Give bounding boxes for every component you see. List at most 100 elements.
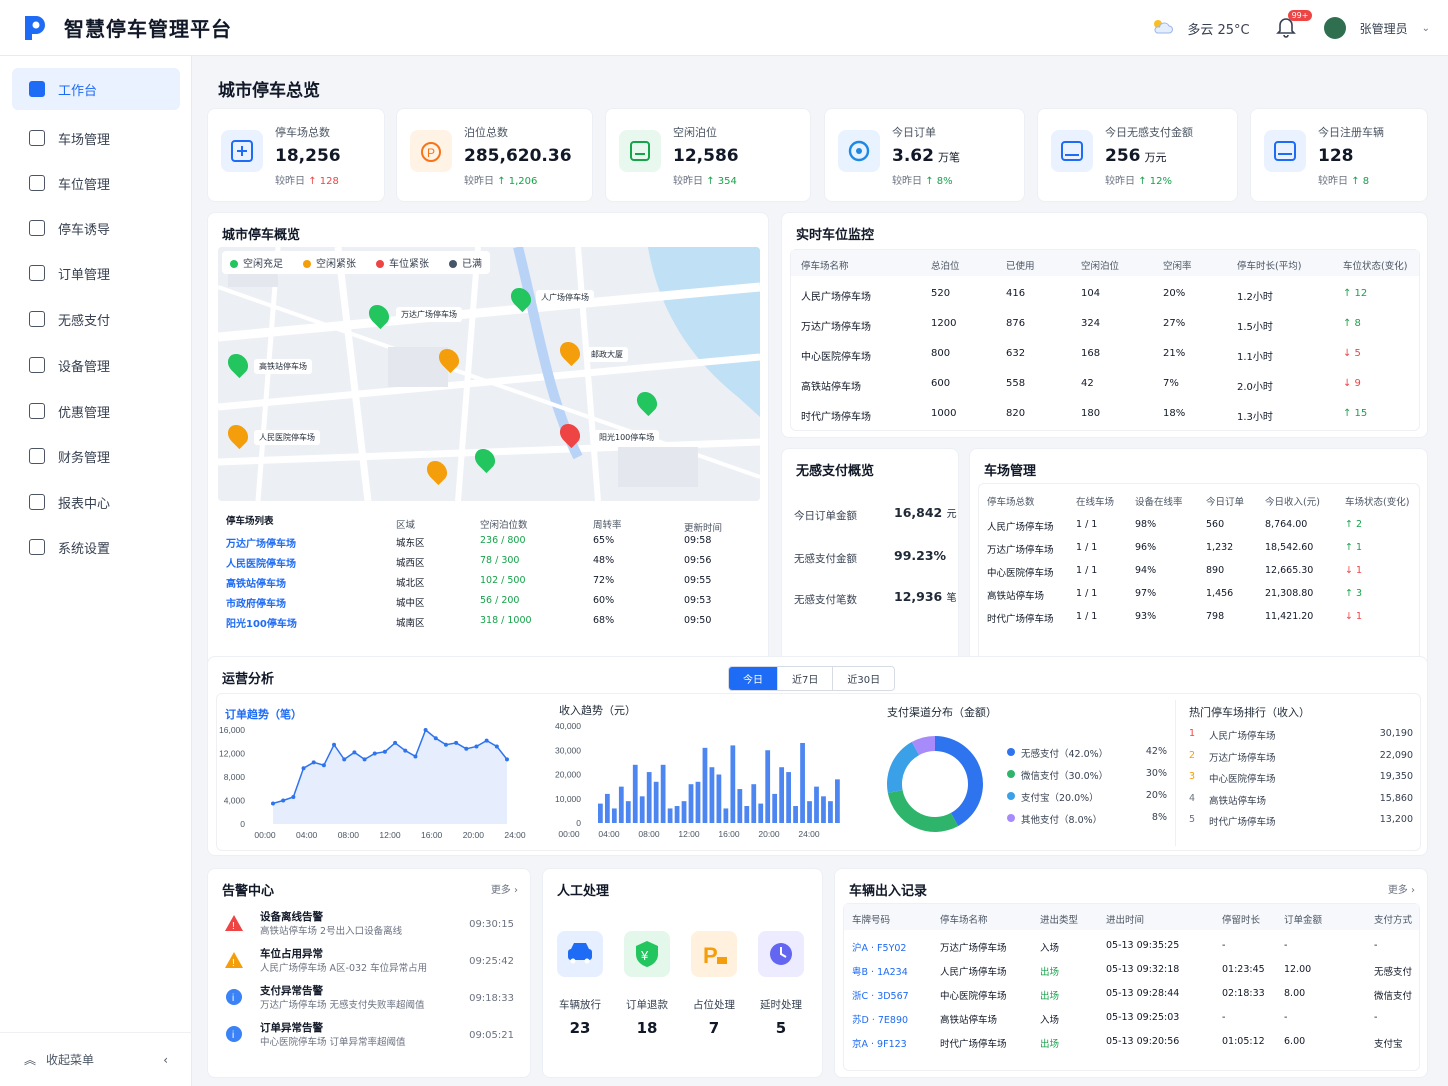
- table-cell: 12.00: [1284, 964, 1312, 975]
- lot-name-link[interactable]: 市政府停车场: [226, 595, 286, 610]
- sidebar-item-guidance[interactable]: 停车诱导: [12, 207, 180, 249]
- avatar[interactable]: [1323, 17, 1346, 39]
- notification-button[interactable]: 99+: [1275, 10, 1313, 40]
- table-cell: 93%: [1135, 611, 1157, 622]
- lot-name-link[interactable]: 人民医院停车场: [226, 555, 296, 570]
- alarm-title[interactable]: 车位占用异常: [260, 946, 323, 961]
- lot-name-link[interactable]: 高铁站停车场: [226, 575, 286, 590]
- alarm-title[interactable]: 支付异常告警: [260, 983, 323, 998]
- gear-icon: [29, 539, 45, 555]
- clipboard-icon: [29, 265, 45, 281]
- payment-legend: 无感支付（42.0%） 42% 微信支付（30.0%） 30% 支付宝（20.0%） 20…: [1007, 746, 1167, 836]
- sidebar-item-space-management[interactable]: 车位管理: [12, 162, 180, 204]
- collapse-menu-button[interactable]: ︽ 收起菜单 ‹: [0, 1032, 192, 1086]
- clock-icon[interactable]: [758, 931, 804, 977]
- legend-swatch: [1007, 792, 1015, 800]
- chevron-left-icon[interactable]: ‹: [163, 1053, 168, 1067]
- bar: [646, 772, 652, 823]
- map-label: 邮政大厦: [586, 347, 628, 362]
- sidebar-item-coupons[interactable]: 优惠管理: [12, 390, 180, 432]
- x-tick-label: 04:00: [598, 829, 620, 839]
- revenue-trend-title: 收入趋势（元）: [559, 704, 636, 717]
- rank-value: 19,350: [1379, 771, 1413, 782]
- kpi-card-contactless-amount[interactable]: 今日无感支付金额 256 万元 较昨日 ↑ 12%: [1037, 108, 1238, 202]
- column-header: 空闲泊位: [1081, 261, 1120, 272]
- user-name[interactable]: 张管理员: [1360, 20, 1408, 37]
- lot-name-link[interactable]: 阳光100停车场: [226, 615, 297, 630]
- pie-slice: [887, 790, 959, 832]
- car-release-icon[interactable]: [557, 931, 603, 977]
- order-trend-chart: 16,000 12,000 8,000 4,000 0 00:00 04:00 08:00 12…: [219, 725, 526, 840]
- legend-percent: 20%: [1145, 790, 1167, 801]
- bar: [702, 747, 708, 823]
- wallet-icon: [29, 311, 45, 327]
- records-more-link[interactable]: 更多 ›: [1388, 881, 1415, 896]
- table-cell: 城中区: [396, 598, 425, 609]
- table-cell: 560: [1206, 519, 1225, 530]
- kpi-card-free-spaces[interactable]: 空闲泊位 12,586 较昨日 ↑ 354: [605, 108, 811, 202]
- bar: [730, 745, 736, 823]
- tab-today[interactable]: 今日: [729, 667, 778, 690]
- x-tick-label: 16:00: [421, 830, 443, 840]
- bar: [681, 801, 687, 823]
- table-cell: 318 / 1000: [480, 615, 532, 626]
- sidebar-item-workbench[interactable]: 工作台: [12, 68, 180, 110]
- kpi-card-orders[interactable]: 今日订单 3.62 万笔 较昨日 ↑ 8%: [824, 108, 1025, 202]
- kpi-card-registered-cars[interactable]: 今日注册车辆 128 较昨日 ↑ 8: [1250, 108, 1428, 202]
- sidebar-item-orders[interactable]: 订单管理: [12, 252, 180, 294]
- alarm-title[interactable]: 设备离线告警: [260, 909, 323, 924]
- rank-lot-name[interactable]: 高铁站停车场: [1209, 793, 1266, 807]
- rank-number: 5: [1189, 814, 1196, 825]
- sidebar-item-reports[interactable]: 报表中心: [12, 481, 180, 523]
- bar: [625, 801, 631, 823]
- pay-value: 12,936 笔: [894, 589, 957, 604]
- table-cell: 42: [1081, 378, 1094, 389]
- kpi-card-lots[interactable]: 停车场总数 18,256 较昨日 ↑ 128: [207, 108, 385, 202]
- bar: [758, 803, 764, 823]
- map-view[interactable]: 万达广场停车场 人广场停车场 邮政大厦 高铁站停车场 人民医院停车场 阳光100…: [218, 247, 760, 501]
- sidebar-item-settings[interactable]: 系统设置: [12, 526, 180, 568]
- table-cell: 168: [1081, 348, 1101, 359]
- manual-label: 占位处理: [693, 999, 735, 1011]
- sidebar-item-finance[interactable]: 财务管理: [12, 435, 180, 477]
- table-cell: 1.2小时: [1237, 292, 1273, 303]
- kpi-label: 泊位总数: [464, 126, 508, 139]
- tab-7days[interactable]: 近7日: [778, 667, 834, 690]
- sidebar-item-lot-management[interactable]: 车场管理: [12, 117, 180, 159]
- bar: [744, 806, 750, 823]
- lot-name-link[interactable]: 万达广场停车场: [226, 535, 296, 550]
- occupancy-icon[interactable]: P: [691, 931, 737, 977]
- rank-lot-name[interactable]: 中心医院停车场: [1209, 771, 1276, 785]
- monitor-table: 停车场名称 总泊位 已使用 空闲泊位 空闲率 停车时长(平均) 车位状态(变化) 人民广场停车…: [790, 249, 1420, 431]
- pie-slice: [935, 736, 983, 827]
- rank-lot-name[interactable]: 时代广场停车场: [1209, 814, 1276, 828]
- kpi-card-spaces[interactable]: P 泊位总数 285,620.36 较昨日 ↑ 1,206: [396, 108, 593, 202]
- sidebar-item-devices[interactable]: 设备管理: [12, 344, 180, 386]
- period-tabs: 今日 近7日 近30日: [728, 666, 896, 691]
- table-cell: ↓ 9: [1343, 378, 1361, 389]
- alarm-more-link[interactable]: 更多 ›: [491, 881, 518, 896]
- data-point: [372, 751, 377, 756]
- table-cell: 104: [1081, 288, 1101, 299]
- bar: [800, 742, 805, 823]
- rank-lot-name[interactable]: 人民广场停车场: [1209, 728, 1276, 742]
- rank-value: 22,090: [1379, 749, 1413, 761]
- free-space-icon: [619, 130, 661, 172]
- rank-lot-name[interactable]: 万达广场停车场: [1209, 750, 1276, 764]
- column-header: 今日收入(元): [1265, 497, 1320, 508]
- table-cell: 05-13 09:28:44: [1106, 988, 1180, 999]
- table-cell: 中心医院停车场: [987, 568, 1054, 579]
- alarm-title[interactable]: 订单异常告警: [260, 1020, 323, 1035]
- table-cell: 6.00: [1284, 1036, 1306, 1047]
- data-point: [484, 738, 489, 743]
- kpi-label: 今日注册车辆: [1318, 126, 1384, 139]
- chevron-down-icon[interactable]: ⌄: [1422, 23, 1430, 34]
- legend-item: 车位紧张: [376, 255, 429, 270]
- sidebar-item-contactless-pay[interactable]: 无感支付: [12, 298, 180, 340]
- manual-value: 7: [708, 1019, 720, 1037]
- tab-30days[interactable]: 近30日: [833, 667, 895, 690]
- table-cell: 万达广场停车场: [940, 943, 1007, 954]
- table-cell: -: [1284, 940, 1288, 951]
- bar: [653, 781, 659, 823]
- refund-icon[interactable]: ¥: [624, 931, 670, 977]
